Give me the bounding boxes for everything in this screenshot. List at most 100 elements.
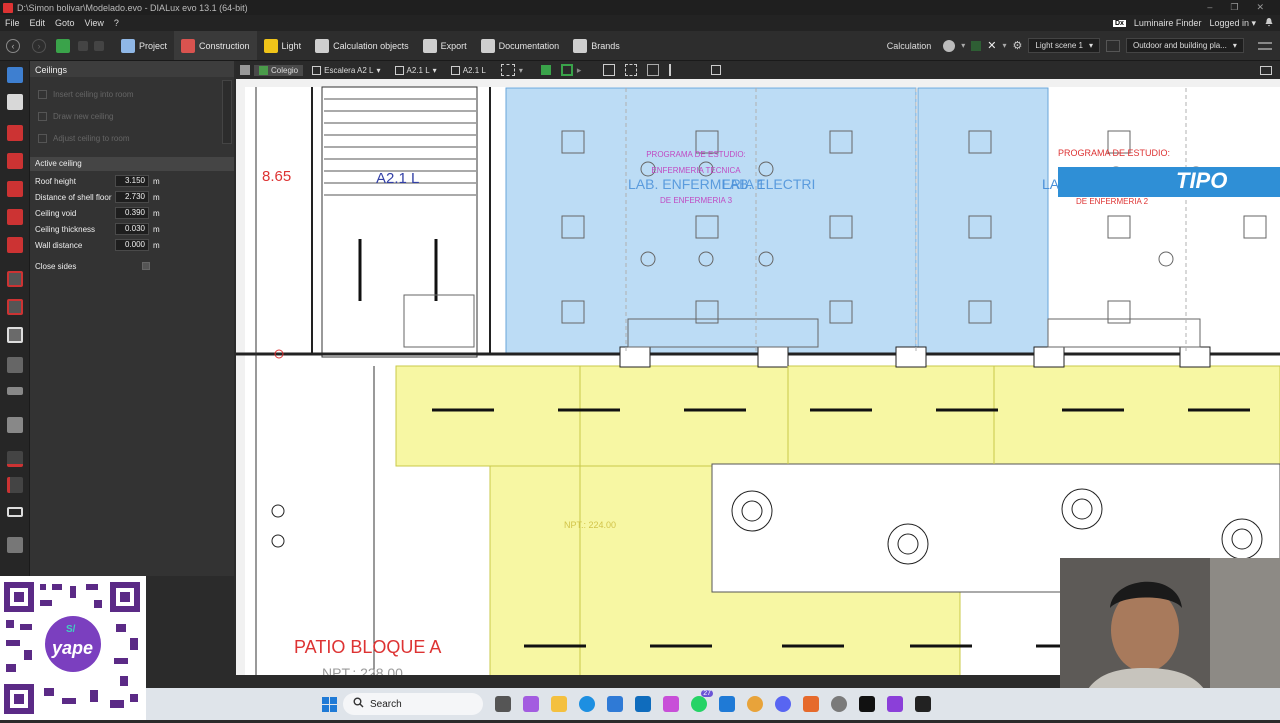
building-icon[interactable]: [7, 67, 23, 83]
undo-icon[interactable]: [78, 40, 88, 51]
stairs-icon[interactable]: [7, 271, 23, 287]
store-icon[interactable]: [607, 696, 623, 712]
wall-icon[interactable]: [7, 153, 23, 169]
cancel-calculation-icon[interactable]: ✕: [987, 39, 996, 52]
layers-icon[interactable]: [1258, 41, 1272, 50]
ceiling-thickness-field[interactable]: 0.030: [115, 223, 149, 235]
menu-view[interactable]: View: [80, 18, 109, 28]
chevron-down-icon[interactable]: ▾: [519, 66, 523, 75]
frame-icon[interactable]: [7, 507, 23, 517]
discord-icon[interactable]: [775, 696, 791, 712]
view-mode-select[interactable]: Outdoor and building pla... ▾: [1126, 38, 1244, 53]
save-icon[interactable]: [56, 38, 70, 53]
roof-height-field[interactable]: 3.150: [115, 175, 149, 187]
material-icon[interactable]: [7, 417, 23, 433]
menu-goto[interactable]: Goto: [50, 18, 80, 28]
back-icon[interactable]: ‹: [6, 38, 20, 53]
wall-distance-field[interactable]: 0.000: [115, 239, 149, 251]
measure-icon[interactable]: [7, 537, 23, 553]
menu-file[interactable]: File: [0, 18, 25, 28]
scene-options-icon[interactable]: [1106, 39, 1120, 52]
forward-icon[interactable]: ›: [32, 38, 46, 53]
task-view-icon[interactable]: [495, 696, 511, 712]
tab-brands[interactable]: Brands: [566, 31, 627, 60]
grid-icon[interactable]: [647, 64, 660, 76]
windows-taskbar: Search 27: [146, 688, 1280, 720]
copilot-icon[interactable]: [523, 696, 539, 712]
tiktok-icon[interactable]: [859, 696, 875, 712]
shell-floor-row: Distance of shell floor 2.730 m: [30, 189, 234, 205]
panel-scrollbar[interactable]: [222, 80, 232, 144]
table-icon[interactable]: [7, 387, 23, 395]
roof-icon[interactable]: [7, 299, 23, 315]
zoom-fit-icon[interactable]: [603, 64, 616, 76]
menu-edit[interactable]: Edit: [25, 18, 51, 28]
green-room-icon[interactable]: [560, 64, 573, 76]
play-icon[interactable]: ▸: [577, 65, 582, 76]
vscode-icon[interactable]: [719, 696, 735, 712]
bell-icon[interactable]: [1264, 17, 1274, 29]
redo-icon[interactable]: [94, 40, 104, 51]
light-scene-select[interactable]: Light scene 1 ▾: [1028, 38, 1100, 53]
paint-icon[interactable]: [803, 696, 819, 712]
ceiling-icon[interactable]: [7, 327, 23, 343]
close-sides-checkbox[interactable]: [142, 262, 150, 270]
tab-documentation[interactable]: Documentation: [474, 31, 567, 60]
view-tab-a21-2[interactable]: A2.1 L: [446, 65, 491, 76]
floor-tab-icon: [394, 65, 404, 75]
zoom-extents-icon[interactable]: [625, 64, 638, 76]
taskbar-search[interactable]: Search: [343, 693, 483, 715]
pointer-icon[interactable]: [240, 65, 250, 75]
room-icon[interactable]: [7, 125, 23, 141]
file-explorer-icon[interactable]: [551, 696, 567, 712]
view-tab-colegio[interactable]: Colegio: [254, 64, 304, 76]
tab-export[interactable]: Export: [416, 31, 474, 60]
adjust-ceiling-option[interactable]: Adjust ceiling to room: [30, 127, 234, 149]
terrain-icon[interactable]: [7, 477, 23, 493]
logged-in-menu[interactable]: Logged in ▾: [1209, 18, 1256, 29]
gear-icon[interactable]: ⚙: [1013, 39, 1023, 52]
calculation-dropdown-icon[interactable]: ▾: [961, 41, 965, 50]
program-text-right-3: DE ENFERMERIA 2: [1076, 197, 1149, 206]
luminaire-finder-link[interactable]: Luminaire Finder: [1134, 18, 1202, 28]
calculation-run-icon[interactable]: [943, 39, 956, 52]
notification-badge: 27: [701, 690, 713, 697]
green-view-icon[interactable]: [540, 65, 551, 75]
windows-start-icon[interactable]: [322, 696, 337, 712]
ground-icon[interactable]: [7, 451, 23, 467]
draw-ceiling-option[interactable]: Draw new ceiling: [30, 105, 234, 127]
tab-project[interactable]: Project: [114, 31, 174, 60]
tab-calculation-objects[interactable]: Calculation objects: [308, 31, 416, 60]
cube-icon[interactable]: [7, 357, 23, 373]
shell-floor-label: Distance of shell floor: [35, 192, 112, 202]
tab-light[interactable]: Light: [257, 31, 309, 60]
canva-icon[interactable]: [887, 696, 903, 712]
ceiling-void-field[interactable]: 0.390: [115, 207, 149, 219]
insert-ceiling-option[interactable]: Insert ceiling into room: [30, 83, 234, 105]
screen-icon[interactable]: [1260, 65, 1272, 75]
door-icon[interactable]: [7, 209, 23, 225]
selection-icon[interactable]: [500, 64, 515, 76]
view-tab-a21-1[interactable]: A2.1 L ▾: [390, 65, 442, 76]
settings-icon[interactable]: [831, 696, 847, 712]
minimize-button[interactable]: –: [1207, 2, 1212, 13]
import-icon[interactable]: [7, 94, 23, 110]
view-tab-escalera[interactable]: Escalera A2 L ▾: [307, 65, 385, 76]
frame-select-icon[interactable]: [711, 65, 722, 75]
outlook-icon[interactable]: [635, 696, 651, 712]
floor-icon[interactable]: [7, 181, 23, 197]
window-icon[interactable]: [7, 237, 23, 253]
app-icon[interactable]: [663, 696, 679, 712]
tab-construction[interactable]: Construction: [174, 31, 257, 60]
maximize-button[interactable]: ❐: [1230, 2, 1238, 13]
shell-floor-field[interactable]: 2.730: [115, 191, 149, 203]
calc-options-dropdown-icon[interactable]: ▾: [1003, 41, 1007, 50]
banner-text: TIPO: [1176, 168, 1228, 193]
edge-icon[interactable]: [579, 696, 595, 712]
dialux-icon[interactable]: [915, 696, 931, 712]
whatsapp-icon[interactable]: 27: [691, 690, 713, 712]
menu-help[interactable]: ?: [109, 18, 124, 28]
chrome-icon[interactable]: [747, 696, 763, 712]
close-window-button[interactable]: ✕: [1256, 2, 1264, 13]
dimension-icon[interactable]: [669, 64, 681, 76]
